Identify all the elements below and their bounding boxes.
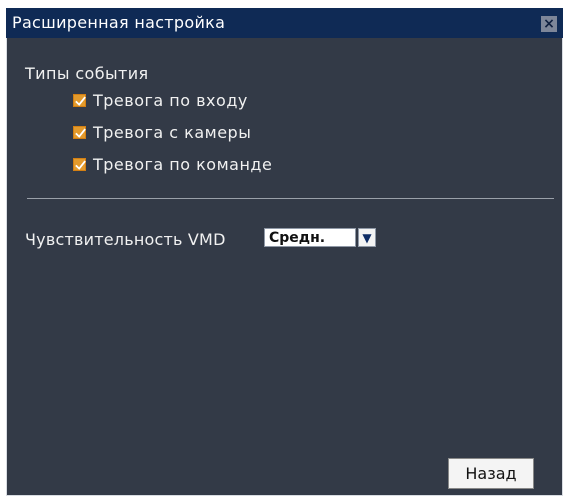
event-type-camera-alarm[interactable]: Тревога с камеры	[73, 122, 251, 142]
event-type-label: Тревога с камеры	[93, 122, 252, 142]
advanced-settings-dialog: Расширенная настройка × Типы события Тре…	[0, 0, 568, 504]
section-divider	[27, 198, 554, 199]
checkbox-checked-icon[interactable]	[73, 157, 86, 171]
dialog-title: Расширенная настройка	[12, 13, 226, 32]
event-types-label: Типы события	[25, 64, 149, 83]
event-type-label: Тревога по команде	[93, 154, 273, 174]
event-type-command-alarm[interactable]: Тревога по команде	[73, 154, 272, 174]
event-type-input-alarm[interactable]: Тревога по входу	[73, 90, 248, 110]
vmd-selected-value[interactable]: Средн.	[264, 228, 356, 247]
checkbox-checked-icon[interactable]	[73, 93, 86, 107]
dialog-body: Типы события Тревога по входу Тревога с …	[6, 38, 563, 496]
event-type-label: Тревога по входу	[93, 90, 248, 110]
back-button[interactable]: Назад	[448, 458, 534, 489]
checkbox-checked-icon[interactable]	[73, 125, 86, 139]
close-icon[interactable]: ×	[541, 16, 557, 32]
dialog-titlebar: Расширенная настройка ×	[6, 8, 563, 39]
vmd-sensitivity-select[interactable]: Средн. ▼	[264, 228, 389, 247]
vmd-sensitivity-label: Чувствительность VMD	[25, 230, 226, 249]
dropdown-arrow-icon[interactable]: ▼	[358, 228, 376, 247]
